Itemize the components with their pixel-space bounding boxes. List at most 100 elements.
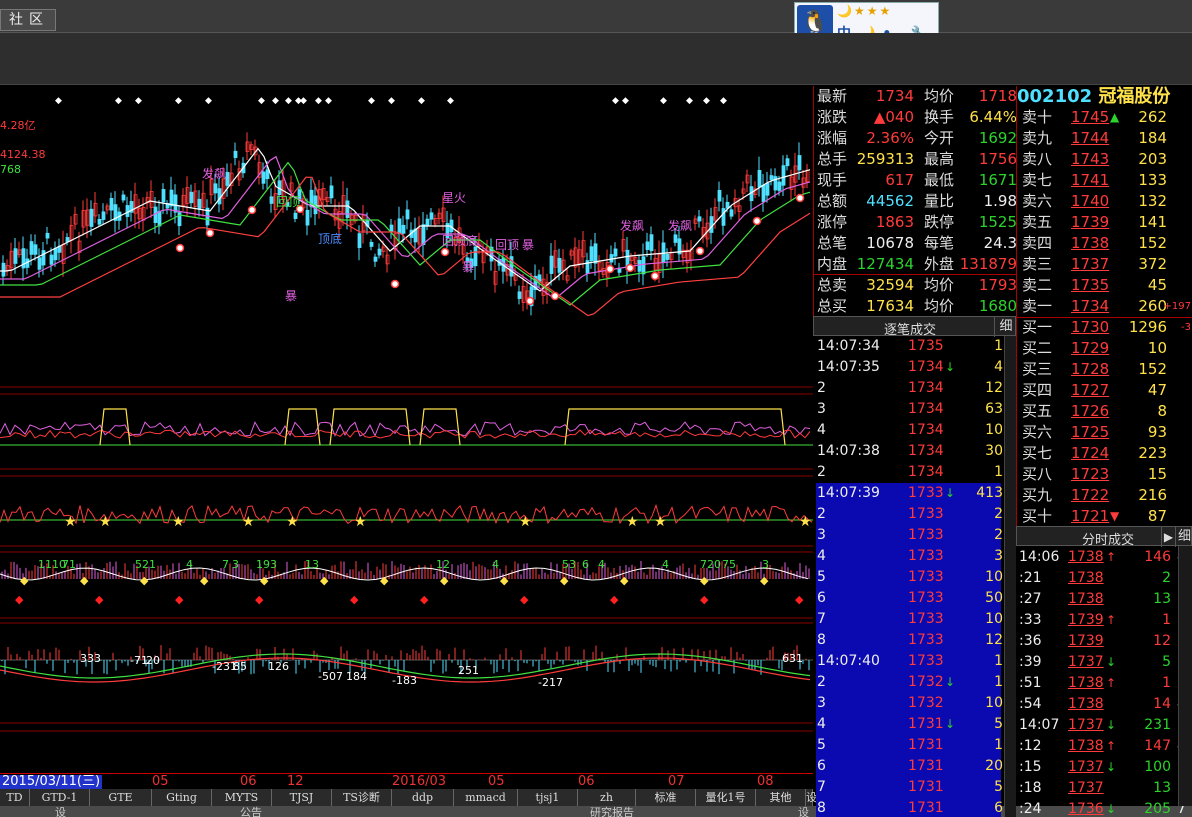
signal-marker: ◆ bbox=[686, 96, 693, 106]
indicator-tab[interactable]: TS诊断 bbox=[332, 789, 392, 806]
order-level-label: 卖一 bbox=[1022, 297, 1053, 315]
ask-row[interactable]: 卖三 1737 372 bbox=[1017, 254, 1192, 275]
up-arrow-icon: ↑ bbox=[1106, 550, 1117, 564]
tab-research[interactable]: 研究报告 bbox=[590, 804, 634, 817]
trade-detail-button[interactable]: 细 bbox=[994, 317, 1017, 337]
ask-row[interactable]: 卖九 1744 184 bbox=[1017, 128, 1192, 149]
bid-row[interactable]: 买七 1724 223 bbox=[1017, 443, 1192, 464]
tick-expand-arrow-icon[interactable]: ▶ bbox=[1161, 527, 1175, 547]
indicator-tab[interactable]: 量化1号 bbox=[696, 789, 756, 806]
ask-row[interactable]: 卖七 1741 133 bbox=[1017, 170, 1192, 191]
quote-value: 1692 bbox=[978, 129, 1017, 147]
ask-row[interactable]: 卖十 1745 ▲ 262 bbox=[1017, 107, 1192, 128]
order-price[interactable]: 1722 bbox=[1071, 485, 1109, 506]
settings-button-left[interactable]: 设 bbox=[55, 804, 66, 817]
ask-row[interactable]: 卖四 1738 152 bbox=[1017, 233, 1192, 254]
bid-row[interactable]: 买四 1727 47 bbox=[1017, 380, 1192, 401]
trade-volume: 5 bbox=[994, 716, 1003, 732]
star-signal: ★ bbox=[799, 514, 812, 530]
ask-row[interactable]: 卖二 1735 45 bbox=[1017, 275, 1192, 296]
indicator-tab[interactable]: TJSJ bbox=[272, 789, 332, 806]
ask-row[interactable]: 卖六 1740 132 bbox=[1017, 191, 1192, 212]
trade-row: 4 1734 10 bbox=[813, 420, 1005, 441]
bid-row[interactable]: 买三 1728 152 bbox=[1017, 359, 1192, 380]
tick-row: :331739↑11 bbox=[1016, 610, 1192, 631]
order-price[interactable]: 1725 bbox=[1071, 422, 1109, 443]
indicator-tab[interactable]: 标准 bbox=[636, 789, 696, 806]
order-price[interactable]: 1726 bbox=[1071, 401, 1109, 422]
index-label: 4124.38 bbox=[0, 148, 46, 161]
indicator-tab[interactable]: Gting bbox=[152, 789, 212, 806]
order-price[interactable]: 1745 bbox=[1071, 107, 1109, 128]
order-price[interactable]: 1721 bbox=[1071, 506, 1109, 527]
candle-body bbox=[697, 216, 702, 222]
candle-body bbox=[49, 254, 54, 265]
bid-row[interactable]: 买五 1726 8 bbox=[1017, 401, 1192, 422]
bid-row[interactable]: 买九 1722 216 bbox=[1017, 485, 1192, 506]
tick-row: :361739122 bbox=[1016, 631, 1192, 652]
trade-time: 4 bbox=[817, 422, 826, 438]
kline-chart[interactable]: ◆ ◆ ◆ ◆ ◆ ◆ ◆ ◆ ◆◆ ◆ ◆ ◆ ◆ ◆ ◆ ◆ ◆ ◆ ◆ ◆ ◆4.28亿4124.38768 发飙回… bbox=[0, 86, 813, 773]
indicator-tab[interactable]: tjsj1 bbox=[518, 789, 578, 806]
tick-row: 14:061738↑1464 bbox=[1016, 547, 1192, 568]
trade-price: 1733 bbox=[908, 632, 944, 648]
bid-row[interactable]: 买二 1729 10 bbox=[1017, 338, 1192, 359]
macd-tag: -183 bbox=[392, 674, 417, 687]
quote-value: 2.36% bbox=[866, 129, 914, 147]
chart-annotation: 发飙 bbox=[620, 218, 644, 233]
indicator-tab[interactable]: ddp bbox=[392, 789, 454, 806]
down-arrow-icon: ↓ bbox=[1106, 655, 1117, 669]
order-price[interactable]: 1728 bbox=[1071, 359, 1109, 380]
order-book: 002102 冠福股份 卖十 1745 ▲ 262 卖九 1744 184 卖八 1743 203… bbox=[1016, 86, 1192, 526]
order-price[interactable]: 1739 bbox=[1071, 212, 1109, 233]
qq-level-stars: 🌙★★★ bbox=[837, 4, 893, 18]
bid-row[interactable]: 买一 1730 1296 -3 bbox=[1017, 317, 1192, 338]
order-price[interactable]: 1737 bbox=[1071, 254, 1109, 275]
trade-price: 1734 bbox=[908, 422, 944, 438]
order-price[interactable]: 1724 bbox=[1071, 443, 1109, 464]
bid-row[interactable]: 买八 1723 15 bbox=[1017, 464, 1192, 485]
order-price[interactable]: 1744 bbox=[1071, 128, 1109, 149]
tick-list-scrollbar[interactable] bbox=[1178, 546, 1192, 806]
order-price[interactable]: 1740 bbox=[1071, 191, 1109, 212]
trade-time: 8 bbox=[817, 800, 826, 816]
tick-detail-button[interactable]: 细 bbox=[1175, 527, 1192, 547]
order-price[interactable]: 1730 bbox=[1071, 317, 1109, 338]
tick-time: :12 bbox=[1019, 738, 1042, 754]
order-volume: 47 bbox=[1147, 381, 1167, 399]
oscillator-line bbox=[0, 429, 811, 439]
tab-community[interactable]: 社区 bbox=[0, 9, 56, 31]
ask-row[interactable]: 卖五 1739 141 bbox=[1017, 212, 1192, 233]
order-level-label: 买七 bbox=[1022, 444, 1053, 462]
settings-button-right[interactable]: 设 bbox=[798, 804, 809, 817]
ask-row[interactable]: 卖一 1734 260 +197 bbox=[1017, 296, 1192, 317]
indicator-tab[interactable]: GTE bbox=[90, 789, 152, 806]
order-price[interactable]: 1738 bbox=[1071, 233, 1109, 254]
indicator-tab[interactable]: mmacd bbox=[454, 789, 518, 806]
kline-chart-area[interactable]: ◆ ◆ ◆ ◆ ◆ ◆ ◆ ◆ ◆ ◆ ◆ ◆ ◆ ◆ ◆ ◆ ◆ ◆ ◆ ◆ ◆ ◆ 4.28亿 4124.38 768 发飙回… bbox=[0, 86, 813, 773]
quote-value: 1671 bbox=[978, 171, 1017, 189]
order-price[interactable]: 1729 bbox=[1071, 338, 1109, 359]
order-price[interactable]: 1735 bbox=[1071, 275, 1109, 296]
order-price[interactable]: 1741 bbox=[1071, 170, 1109, 191]
bid-row[interactable]: 买十 1721 ▼ 87 bbox=[1017, 506, 1192, 527]
tab-notice[interactable]: 公告 bbox=[240, 804, 262, 817]
chart-annotation: 顶底 bbox=[318, 231, 342, 246]
signal-marker: ◆ bbox=[720, 96, 727, 106]
order-level-label: 买九 bbox=[1022, 486, 1053, 504]
trade-detail-list[interactable]: 14:07:34 1735 1 14:07:35 1734 ↓ 4 2 1734 12 3 1734 6… bbox=[813, 336, 1016, 817]
order-price[interactable]: 1734 bbox=[1071, 296, 1109, 317]
order-price[interactable]: 1743 bbox=[1071, 149, 1109, 170]
trade-list-scrollbar[interactable] bbox=[1004, 336, 1016, 817]
bid-row[interactable]: 买六 1725 93 bbox=[1017, 422, 1192, 443]
order-price[interactable]: 1723 bbox=[1071, 464, 1109, 485]
order-price[interactable]: 1727 bbox=[1071, 380, 1109, 401]
candle-body bbox=[13, 248, 18, 264]
ask-row[interactable]: 卖八 1743 203 bbox=[1017, 149, 1192, 170]
tick-row: :541738144 bbox=[1016, 694, 1192, 715]
tick-time: :21 bbox=[1019, 570, 1042, 586]
quote-label: 总额 bbox=[817, 192, 848, 210]
indicator-tab[interactable]: TD bbox=[0, 789, 30, 806]
candle-body bbox=[269, 196, 274, 204]
tick-price: 1737 bbox=[1068, 780, 1104, 796]
